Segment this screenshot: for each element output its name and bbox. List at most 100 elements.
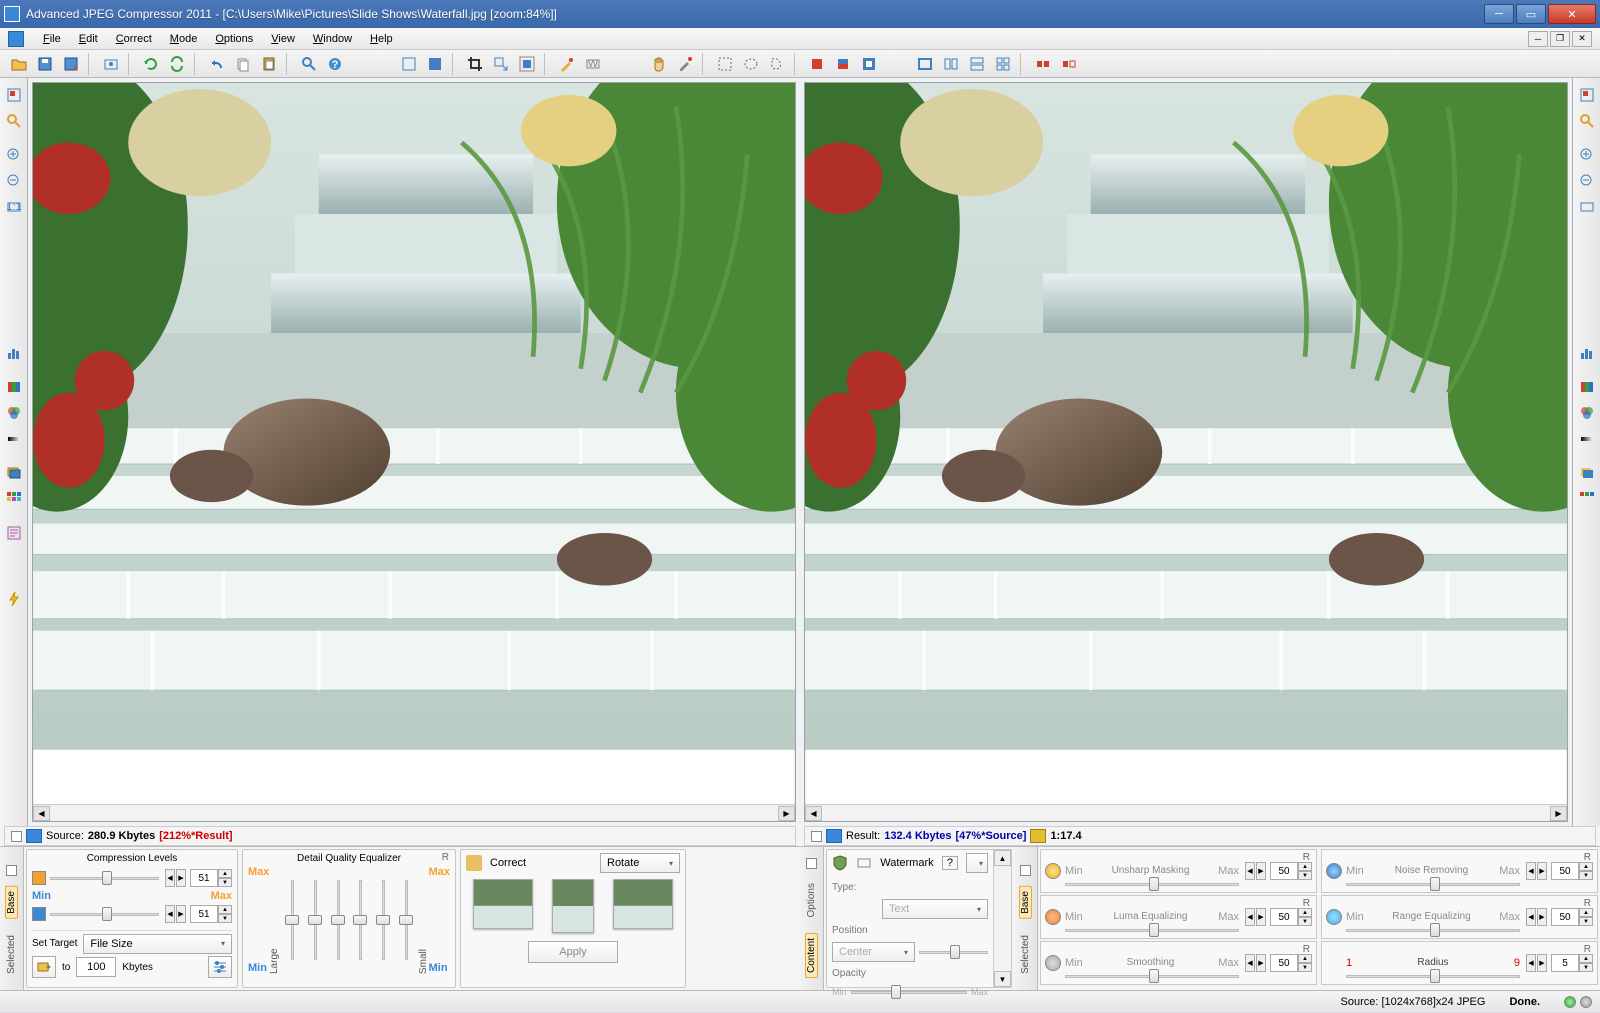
filter-toggle-icon[interactable] <box>1326 909 1342 925</box>
sb-luma-icon[interactable] <box>1576 428 1598 450</box>
correct-mode-dropdown[interactable]: Rotate <box>600 853 680 873</box>
correct-tool-button[interactable] <box>555 53 579 75</box>
luma-swatch[interactable] <box>32 871 46 885</box>
view-single-button[interactable] <box>913 53 937 75</box>
filter-value[interactable] <box>1270 954 1298 972</box>
tab-options[interactable]: Options <box>806 879 817 921</box>
menu-options[interactable]: Options <box>206 31 262 47</box>
save-button[interactable] <box>33 53 57 75</box>
sb-histogram-icon[interactable] <box>1576 342 1598 364</box>
eq-slider-4[interactable] <box>353 870 367 970</box>
save-as-button[interactable] <box>59 53 83 75</box>
filter-down[interactable]: ▼ <box>1298 871 1312 880</box>
sb-zoom-100-icon[interactable] <box>1576 196 1598 218</box>
select-rect-button[interactable] <box>713 53 737 75</box>
scroll-left-button[interactable]: ◀ <box>33 806 50 821</box>
help-button[interactable]: ? <box>323 53 347 75</box>
luma-down[interactable]: ▼ <box>218 878 232 887</box>
sb-zoom-in-icon[interactable] <box>3 144 25 166</box>
chroma-right-button[interactable]: ▶ <box>176 905 186 923</box>
sb-channels-icon[interactable] <box>3 376 25 398</box>
eq-slider-3[interactable] <box>331 870 345 970</box>
rotate-thumb-1[interactable] <box>473 879 533 929</box>
filter-up[interactable]: ▲ <box>1298 954 1312 963</box>
filter-reset[interactable]: R <box>1584 898 1591 909</box>
sb-zoom-100-icon[interactable]: 1:1 <box>3 196 25 218</box>
sb-meta-icon[interactable] <box>3 522 25 544</box>
horizontal-scrollbar[interactable]: ◀ ▶ <box>805 804 1567 821</box>
result-view[interactable]: ◀ ▶ <box>804 82 1568 822</box>
target-value-input[interactable] <box>76 957 116 977</box>
filter-reset[interactable]: R <box>1584 852 1591 863</box>
filter-toggle-icon[interactable] <box>1045 909 1061 925</box>
open-button[interactable] <box>7 53 31 75</box>
horizontal-scrollbar[interactable]: ◀ ▶ <box>33 804 795 821</box>
acquire-button[interactable] <box>99 53 123 75</box>
tab-selected[interactable]: Selected <box>6 931 17 978</box>
scroll-left-button[interactable]: ◀ <box>805 806 822 821</box>
rotate-thumb-2[interactable] <box>552 879 594 933</box>
sb-rgb-icon[interactable] <box>1576 402 1598 424</box>
eq-slider-2[interactable] <box>308 870 322 970</box>
select-inverse-button[interactable] <box>857 53 881 75</box>
mdi-minimize-button[interactable]: ─ <box>1528 31 1548 47</box>
mdi-close-button[interactable]: ✕ <box>1572 31 1592 47</box>
reload-all-button[interactable] <box>165 53 189 75</box>
color-picker-button[interactable] <box>673 53 697 75</box>
view-vert-button[interactable] <box>965 53 989 75</box>
apply-button[interactable]: Apply <box>528 941 618 963</box>
view-meta-button[interactable] <box>297 53 321 75</box>
watermark-button[interactable]: W <box>581 53 605 75</box>
filter-left[interactable]: ◀ <box>1526 908 1536 926</box>
chroma-swatch[interactable] <box>32 907 46 921</box>
sb-lightning-icon[interactable] <box>3 588 25 610</box>
radius-down[interactable]: ▼ <box>1579 963 1593 972</box>
wm-scroll-down[interactable]: ▼ <box>994 971 1011 987</box>
wm-scrollbar[interactable]: ▲ ▼ <box>993 850 1011 987</box>
result-checkbox[interactable] <box>811 831 822 842</box>
zoom-actual-button[interactable] <box>423 53 447 75</box>
menu-help[interactable]: Help <box>361 31 402 47</box>
luma-value[interactable] <box>190 869 218 887</box>
tab-content[interactable]: Content <box>805 933 818 978</box>
sb-palette-icon[interactable] <box>3 488 25 510</box>
select-ellipse-button[interactable] <box>739 53 763 75</box>
wm-tab-checkbox[interactable] <box>806 858 817 869</box>
eq-slider-6[interactable] <box>399 870 413 970</box>
sb-navigator-icon[interactable] <box>3 84 25 106</box>
sb-histogram-icon[interactable] <box>3 342 25 364</box>
select-solid-button[interactable] <box>805 53 829 75</box>
radius-right[interactable]: ▶ <box>1537 954 1547 972</box>
target-go-button[interactable] <box>32 956 56 978</box>
chroma-down[interactable]: ▼ <box>218 914 232 923</box>
wm-menu-button[interactable] <box>966 853 988 873</box>
scroll-right-button[interactable]: ▶ <box>1550 806 1567 821</box>
filter-right[interactable]: ▶ <box>1256 908 1266 926</box>
tab-base-filters[interactable]: Base <box>1019 886 1032 919</box>
radius-left[interactable]: ◀ <box>1526 954 1536 972</box>
filter-down[interactable]: ▼ <box>1579 917 1593 926</box>
chroma-up[interactable]: ▲ <box>218 905 232 914</box>
sync-scroll-button[interactable] <box>1031 53 1055 75</box>
target-settings-button[interactable] <box>208 956 232 978</box>
source-view[interactable]: ◀ ▶ <box>32 82 796 822</box>
rotate-thumb-3[interactable] <box>613 879 673 929</box>
tab-base[interactable]: Base <box>5 886 18 919</box>
radius-up[interactable]: ▲ <box>1579 954 1593 963</box>
filter-reset[interactable]: R <box>1303 898 1310 909</box>
luma-up[interactable]: ▲ <box>218 869 232 878</box>
wm-help-button[interactable]: ? <box>942 856 958 870</box>
menu-file[interactable]: File <box>34 31 70 47</box>
view-horiz-button[interactable] <box>939 53 963 75</box>
sb-palette-icon[interactable] <box>1576 488 1598 510</box>
select-half-button[interactable] <box>831 53 855 75</box>
radius-value[interactable] <box>1551 954 1579 972</box>
sb-zoom-in-icon[interactable] <box>1576 144 1598 166</box>
tab-selected-filters[interactable]: Selected <box>1020 931 1031 978</box>
filter-tab-checkbox[interactable] <box>1020 865 1031 876</box>
chroma-left-button[interactable]: ◀ <box>165 905 175 923</box>
filter-reset[interactable]: R <box>1303 944 1310 955</box>
wm-pos-slider[interactable] <box>919 945 988 959</box>
filter-right[interactable]: ▶ <box>1256 862 1266 880</box>
filter-left[interactable]: ◀ <box>1245 908 1255 926</box>
